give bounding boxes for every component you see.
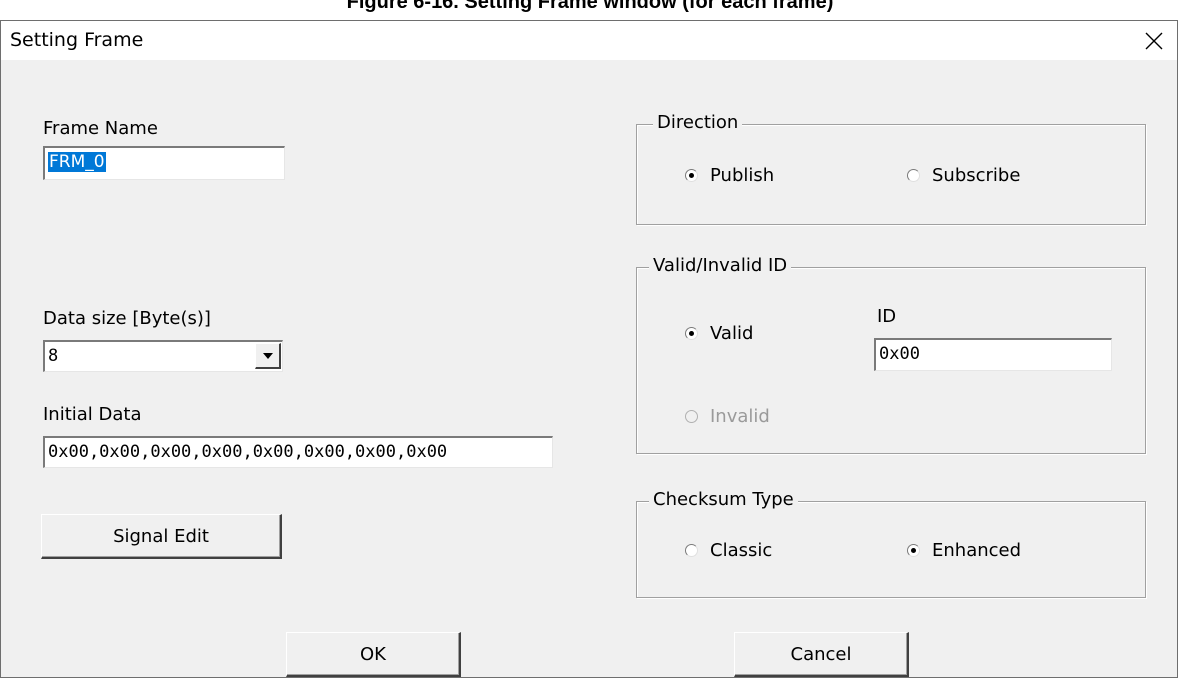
id-value: 0x00 <box>879 344 920 364</box>
subscribe-radio[interactable]: Subscribe <box>907 165 1020 186</box>
direction-group-title: Direction <box>653 112 743 133</box>
data-size-dropdown-button[interactable] <box>255 343 281 369</box>
classic-radio-dot <box>685 544 698 557</box>
id-label: ID <box>877 306 897 327</box>
figure-caption: Figure 6-16. Setting Frame window (for e… <box>0 0 1180 22</box>
data-size-label: Data size [Byte(s)] <box>43 308 211 329</box>
enhanced-radio-dot <box>907 544 920 557</box>
close-icon <box>1145 32 1163 49</box>
checksum-group-title: Checksum Type <box>649 489 798 510</box>
signal-edit-button[interactable]: Signal Edit <box>41 514 282 559</box>
initial-data-field[interactable]: 0x00,0x00,0x00,0x00,0x00,0x00,0x00,0x00 <box>43 436 553 468</box>
classic-radio[interactable]: Classic <box>685 540 772 561</box>
title-bar: Setting Frame <box>1 21 1177 60</box>
initial-data-value: 0x00,0x00,0x00,0x00,0x00,0x00,0x00,0x00 <box>48 442 448 462</box>
direction-group: Direction Publish Subscribe <box>636 112 1146 225</box>
publish-radio-label: Publish <box>710 165 775 186</box>
publish-radio-dot <box>685 169 698 182</box>
data-size-select[interactable]: 8 <box>43 340 283 372</box>
publish-radio[interactable]: Publish <box>685 165 774 186</box>
classic-radio-label: Classic <box>710 540 773 561</box>
figure-caption-text: Figure 6-16. Setting Frame window (for e… <box>346 0 834 13</box>
ok-button[interactable]: OK <box>286 632 461 677</box>
valid-radio-label: Valid <box>710 323 754 344</box>
invalid-radio: Invalid <box>685 406 770 427</box>
enhanced-radio[interactable]: Enhanced <box>907 540 1021 561</box>
valid-id-group: Valid/Invalid ID Valid ID 0x00 Invalid <box>636 255 1146 454</box>
cancel-button[interactable]: Cancel <box>734 632 909 677</box>
valid-id-group-title: Valid/Invalid ID <box>649 255 792 276</box>
subscribe-radio-dot <box>907 169 920 182</box>
data-size-value: 8 <box>48 346 59 366</box>
id-field[interactable]: 0x00 <box>874 338 1112 371</box>
dialog-body: Frame Name FRM_0 Data size [Byte(s)] 8 I… <box>1 60 1177 677</box>
invalid-radio-dot <box>685 410 698 423</box>
frame-name-field[interactable]: FRM_0 <box>43 146 285 180</box>
invalid-radio-label: Invalid <box>710 406 770 427</box>
valid-radio-dot <box>685 327 698 340</box>
checksum-group: Checksum Type Classic Enhanced <box>636 489 1146 598</box>
subscribe-radio-label: Subscribe <box>932 165 1021 186</box>
setting-frame-dialog: Setting Frame Frame Name FRM_0 Data size… <box>0 20 1178 678</box>
frame-name-label: Frame Name <box>43 118 158 139</box>
enhanced-radio-label: Enhanced <box>932 540 1022 561</box>
frame-name-value: FRM_0 <box>48 152 106 172</box>
initial-data-label: Initial Data <box>43 404 142 425</box>
chevron-down-icon <box>262 352 273 359</box>
close-button[interactable] <box>1131 21 1177 60</box>
window-title: Setting Frame <box>10 29 144 51</box>
valid-radio[interactable]: Valid <box>685 323 753 344</box>
